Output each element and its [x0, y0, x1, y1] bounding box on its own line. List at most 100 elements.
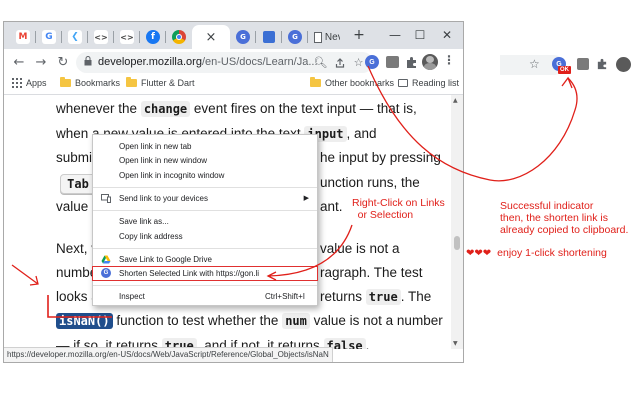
code-snippet: true — [365, 289, 401, 305]
bookmark-reading-list[interactable]: Reading list — [398, 78, 459, 88]
tab-puzzle[interactable] — [256, 25, 282, 49]
url-host: developer.mozilla.org — [98, 56, 202, 68]
tab-active[interactable]: × — [192, 25, 230, 49]
reload-button[interactable]: ↻ — [54, 53, 72, 71]
menu-item-save-to-drive[interactable]: Save Link to Google Drive — [93, 253, 317, 266]
text-line: he input by pressing — [320, 150, 441, 165]
status-bar: https://developer.mozilla.org/en-US/docs… — [4, 347, 333, 362]
avatar[interactable] — [616, 57, 631, 72]
extension-icon[interactable] — [384, 54, 400, 70]
lock-icon — [84, 56, 92, 66]
share-icon[interactable] — [332, 55, 347, 70]
tab-code-1[interactable]: <> — [88, 25, 114, 49]
back-button[interactable]: ← — [10, 53, 28, 71]
zoomed-toolbar: ☆ G OK — [500, 53, 640, 77]
text-line: submit — [56, 150, 96, 165]
context-menu: Open link in new tab Open link in new wi… — [92, 134, 318, 306]
annotation-enjoy: ❤❤❤ enjoy 1-click shortening — [466, 247, 607, 259]
bookmark-label: Flutter & Dart — [141, 78, 195, 88]
tab-new-page[interactable]: Nev — [308, 25, 340, 49]
bookmark-folder-bookmarks[interactable]: Bookmarks — [60, 77, 120, 88]
bookmark-label: Apps — [26, 78, 47, 88]
bookmark-folder-other[interactable]: Other bookmarks — [310, 77, 395, 88]
annotation-right-click: Right-Click on Links or Selection — [352, 197, 445, 221]
extension-icon[interactable] — [577, 58, 589, 70]
menu-item-shorten-link[interactable]: G Shorten Selected Link with https://gon… — [92, 266, 318, 281]
bookmark-label: Reading list — [412, 78, 460, 88]
tab-strip: M G ❮ <> <> f × G G Ne + — ☐ ✕ — [4, 22, 463, 49]
puzzle-icon[interactable] — [596, 58, 608, 70]
tab-gmail[interactable]: M — [10, 25, 36, 49]
chrome-icon — [172, 30, 186, 44]
menu-separator — [93, 187, 317, 188]
shortcut-label: Ctrl+Shift+I — [264, 292, 305, 301]
folder-icon — [310, 77, 321, 87]
menu-separator — [93, 285, 317, 286]
zoom-icon[interactable]: 🔍︎ — [313, 55, 328, 70]
bookmarks-bar: Apps Bookmarks Flutter & Dart Other book… — [4, 75, 463, 95]
bookmark-folder-flutter[interactable]: Flutter & Dart — [126, 77, 195, 88]
extension-logo-icon: G — [236, 30, 250, 44]
text-line: returns true. The — [320, 289, 432, 305]
tab-extension[interactable]: G — [230, 25, 256, 49]
menu-item-save-link-as[interactable]: Save link as... — [93, 215, 317, 228]
close-tab-icon[interactable]: × — [206, 30, 217, 45]
folder-icon — [126, 77, 137, 87]
submenu-arrow-icon: ▶ — [303, 194, 309, 202]
gmail-icon: M — [16, 30, 30, 44]
menu-separator — [93, 248, 317, 249]
bookmark-star-icon: ☆ — [529, 57, 540, 71]
text-line: ragraph. The test — [320, 265, 423, 280]
gon-extension-icon[interactable]: G — [364, 54, 380, 70]
avatar[interactable] — [422, 54, 438, 70]
menu-icon[interactable]: ⋮ — [442, 53, 456, 67]
flutter-icon: ❮ — [68, 30, 82, 44]
tab-flutter[interactable]: ❮ — [62, 25, 88, 49]
code-icon: <> — [120, 30, 134, 44]
forward-button[interactable]: → — [32, 53, 50, 71]
menu-item-open-new-window[interactable]: Open link in new window — [93, 154, 317, 167]
text-line: isNaN() function to test whether the num… — [56, 313, 443, 329]
hearts-icon: ❤❤❤ — [466, 248, 492, 259]
toolbar: ← → ↻ developer.mozilla.org/en-US/docs/L… — [4, 49, 463, 75]
reading-list-icon — [398, 79, 408, 87]
code-icon: <> — [94, 30, 108, 44]
gon-extension-icon: G — [101, 268, 111, 278]
scrollbar[interactable]: ▲ ▼ — [451, 95, 463, 349]
bookmark-label: Other bookmarks — [325, 78, 395, 88]
apps-icon — [12, 78, 22, 88]
tab-chrome[interactable] — [166, 25, 192, 49]
url-path: /en-US/docs/Learn/Ja... — [201, 56, 318, 68]
menu-separator — [93, 210, 317, 211]
text-line: value is not a — [320, 241, 400, 256]
menu-item-send-to-devices[interactable]: Send link to your devices ▶ — [93, 192, 317, 205]
menu-item-copy-link[interactable]: Copy link address — [93, 230, 317, 243]
close-window-button[interactable]: ✕ — [436, 25, 458, 45]
scroll-thumb[interactable] — [454, 236, 460, 250]
tab-title: Nev — [324, 31, 340, 43]
scroll-down-arrow[interactable]: ▼ — [453, 340, 458, 347]
menu-item-inspect[interactable]: Inspect Ctrl+Shift+I — [93, 290, 317, 303]
menu-item-open-new-tab[interactable]: Open link in new tab — [93, 140, 317, 153]
url-text: developer.mozilla.org/en-US/docs/Learn/J… — [98, 56, 318, 68]
tab-google[interactable]: G — [36, 25, 62, 49]
address-bar[interactable]: developer.mozilla.org/en-US/docs/Learn/J… — [76, 52, 373, 73]
puzzle-icon[interactable] — [403, 54, 419, 70]
tab-facebook[interactable]: f — [140, 25, 166, 49]
scroll-up-arrow[interactable]: ▲ — [453, 97, 458, 104]
tab-extension-2[interactable]: G — [282, 25, 308, 49]
menu-item-open-incognito[interactable]: Open link in incognito window — [93, 169, 317, 182]
devices-icon — [101, 194, 111, 203]
folder-icon — [60, 77, 71, 87]
page-icon — [314, 31, 322, 43]
selected-link[interactable]: isNaN() — [56, 313, 113, 329]
text-line: value i — [56, 199, 96, 214]
bookmark-apps[interactable]: Apps — [12, 78, 47, 88]
code-snippet: num — [282, 313, 310, 329]
maximize-button[interactable]: ☐ — [409, 25, 431, 45]
tab-code-2[interactable]: <> — [114, 25, 140, 49]
facebook-icon: f — [146, 30, 160, 44]
new-tab-button[interactable]: + — [348, 25, 370, 45]
extension-logo-icon: G — [288, 30, 302, 44]
minimize-button[interactable]: — — [384, 25, 406, 45]
